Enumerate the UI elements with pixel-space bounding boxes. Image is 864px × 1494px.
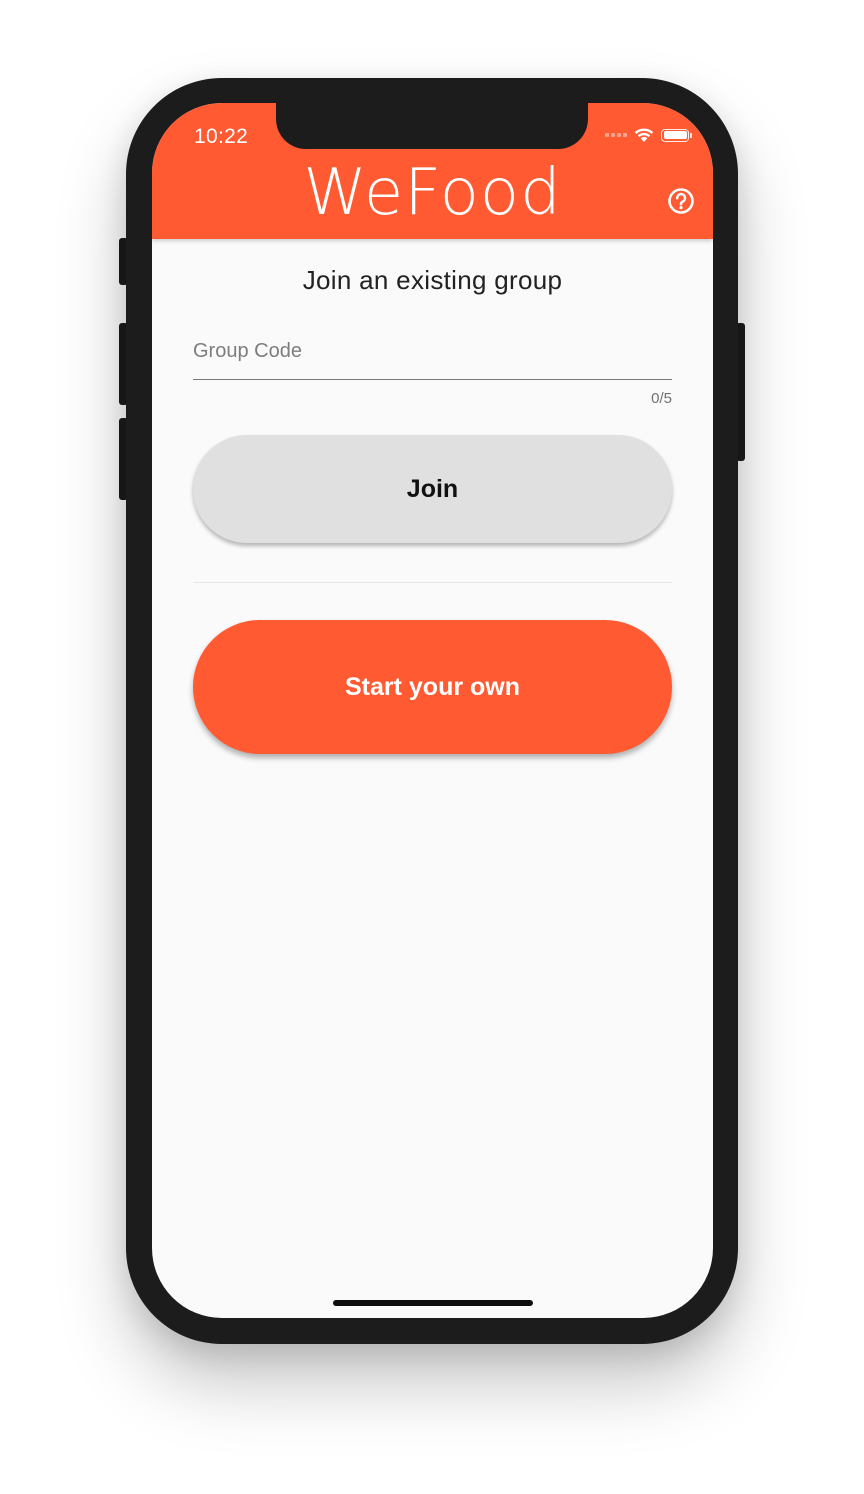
app-logo: WeFood	[303, 156, 562, 230]
home-indicator[interactable]	[333, 1300, 533, 1306]
group-code-field[interactable]	[193, 323, 672, 380]
section-divider	[193, 582, 672, 583]
status-time: 10:22	[194, 125, 249, 148]
join-heading: Join an existing group	[302, 265, 563, 295]
cellular-signal-icon	[605, 133, 627, 137]
notch	[276, 103, 588, 149]
device-mockup: 10:22 WeFood Join an existing group Grou…	[0, 0, 864, 1494]
battery-icon	[661, 128, 692, 142]
character-counter: 0/5	[651, 390, 672, 407]
wifi-icon	[634, 128, 654, 142]
status-icons	[605, 127, 692, 143]
start-your-own-button[interactable]: Start your own	[193, 620, 672, 754]
join-button[interactable]: Join	[193, 435, 672, 543]
group-code-input[interactable]	[193, 323, 672, 379]
help-circle-icon[interactable]	[667, 187, 695, 215]
phone-screen: 10:22 WeFood Join an existing group Grou…	[152, 103, 713, 1318]
